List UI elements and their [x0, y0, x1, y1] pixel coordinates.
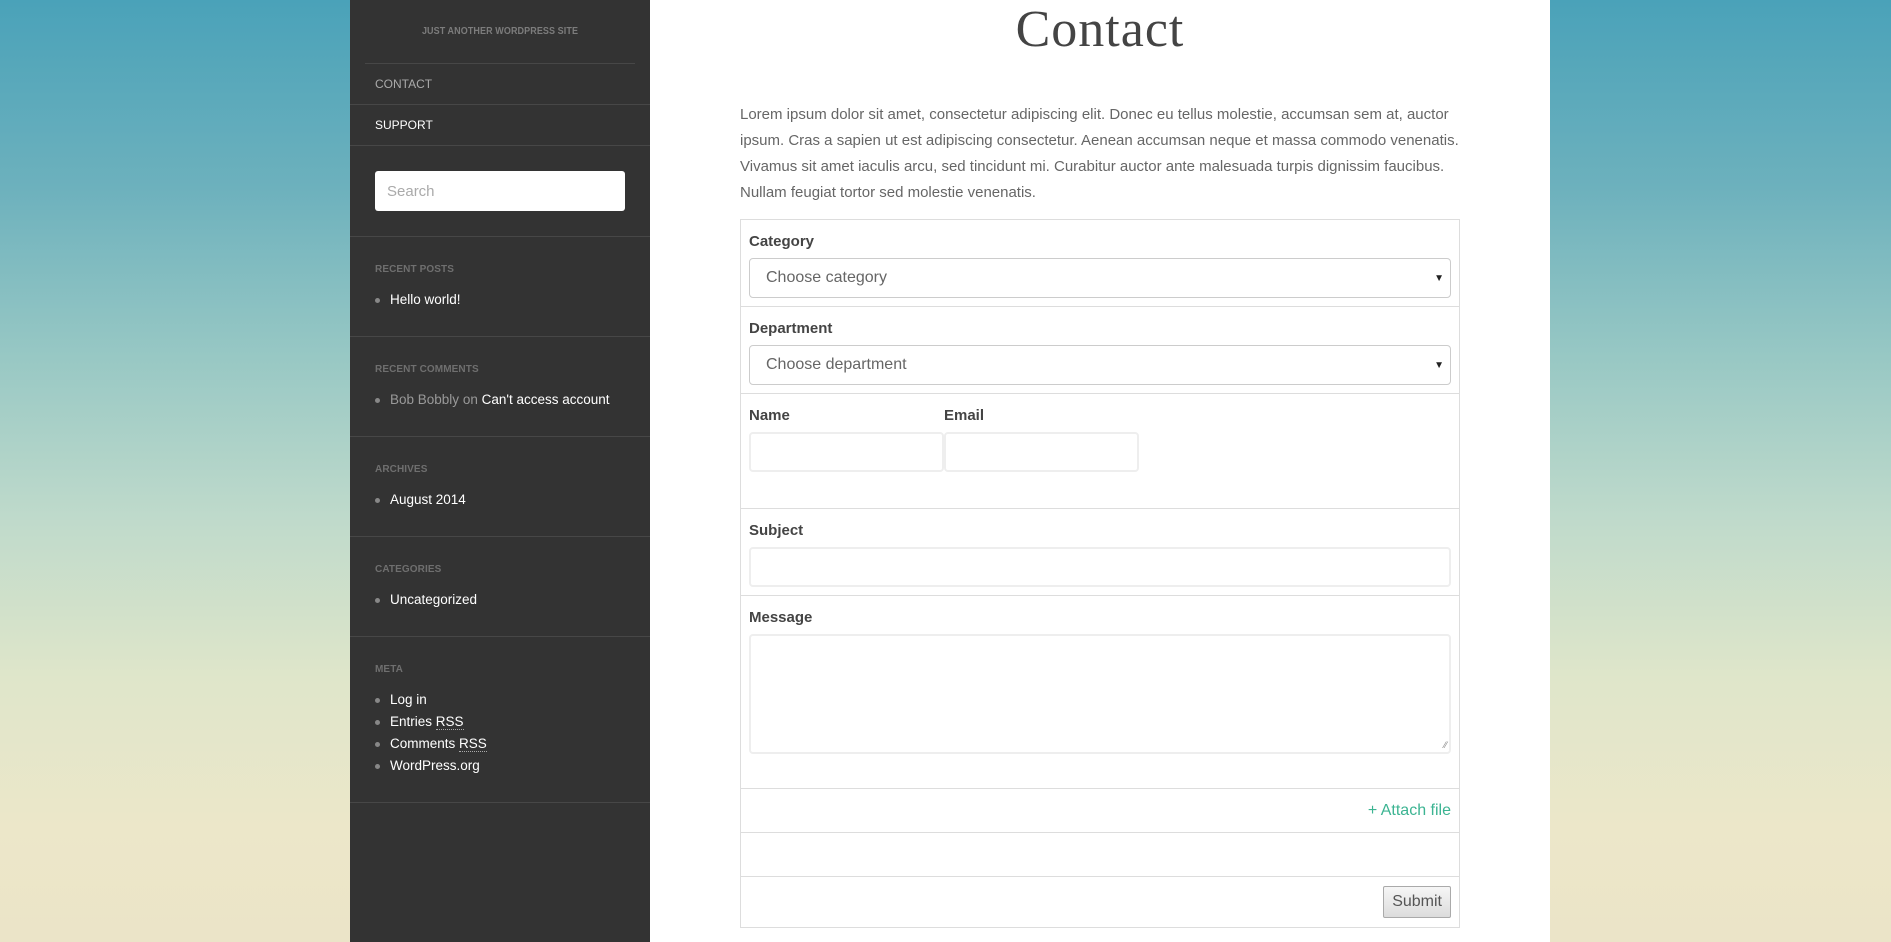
- page-title: Contact: [1015, 1, 1185, 58]
- main-menu: CONTACT SUPPORT: [350, 64, 650, 146]
- email-input[interactable]: [944, 432, 1139, 472]
- site-description: JUST ANOTHER WORDPRESS SITE: [365, 0, 635, 64]
- widget-archives: ARCHIVES August 2014: [350, 437, 650, 537]
- list-item: WordPress.org: [375, 755, 625, 777]
- message-label: Message: [749, 609, 813, 626]
- name-input[interactable]: [749, 432, 944, 472]
- link-text: Entries: [390, 714, 433, 729]
- comment-post-link[interactable]: Can't access account: [482, 392, 610, 407]
- list-item: Hello world!: [375, 289, 625, 311]
- name-label: Name: [749, 407, 790, 424]
- search-widget: [350, 146, 650, 237]
- menu-item-contact[interactable]: CONTACT: [350, 64, 650, 105]
- department-row: Department Choose department ▼: [741, 307, 1459, 394]
- submit-button[interactable]: Submit: [1383, 886, 1451, 918]
- menu-item-support[interactable]: SUPPORT: [350, 105, 650, 146]
- list-item: Log in: [375, 689, 625, 711]
- entries-rss-link[interactable]: Entries RSS: [390, 714, 464, 730]
- list-item: Bob Bobbly on Can't access account: [375, 389, 625, 411]
- subject-input[interactable]: [749, 547, 1451, 587]
- comments-rss-link[interactable]: Comments RSS: [390, 736, 487, 752]
- name-field-group: Name: [749, 402, 944, 472]
- attachments-area: [741, 833, 1459, 877]
- resize-handle-icon[interactable]: ⁄⁄: [1444, 741, 1447, 750]
- contact-form: Category Choose category ▼ Department Ch…: [740, 219, 1460, 928]
- rss-abbr: RSS: [459, 736, 487, 752]
- category-label: Category: [749, 233, 815, 250]
- category-selected-value: Choose category: [766, 269, 887, 286]
- list-item: Comments RSS: [375, 733, 625, 755]
- department-label: Department: [749, 320, 833, 337]
- email-field-group: Email: [944, 402, 1139, 472]
- attach-row: + Attach file: [741, 789, 1459, 833]
- message-row: Message ⁄⁄: [741, 596, 1459, 789]
- login-link[interactable]: Log in: [390, 692, 427, 707]
- widget-title: META: [375, 664, 403, 675]
- link-text: Comments: [390, 736, 456, 751]
- sidebar: JUST ANOTHER WORDPRESS SITE CONTACT SUPP…: [350, 0, 650, 942]
- subject-row: Subject: [741, 509, 1459, 596]
- submit-row: Submit: [741, 877, 1459, 927]
- recent-post-link[interactable]: Hello world!: [390, 292, 461, 307]
- email-label: Email: [944, 407, 985, 424]
- widget-title: RECENT POSTS: [375, 264, 454, 275]
- name-email-row: Name Email: [741, 394, 1459, 509]
- search-input[interactable]: [375, 171, 625, 211]
- comment-author: Bob Bobbly: [390, 392, 460, 407]
- comment-connector: on: [462, 392, 478, 407]
- list-item: Entries RSS: [375, 711, 625, 733]
- list-item: Uncategorized: [375, 589, 625, 611]
- widget-meta: META Log in Entries RSS Comments RSS Wor…: [350, 637, 650, 803]
- department-selected-value: Choose department: [766, 356, 907, 373]
- intro-text: Lorem ipsum dolor sit amet, consectetur …: [740, 106, 1459, 201]
- attach-file-link[interactable]: + Attach file: [1368, 802, 1451, 820]
- department-select[interactable]: Choose department ▼: [749, 345, 1451, 385]
- widget-recent-posts: RECENT POSTS Hello world!: [350, 237, 650, 337]
- wordpress-org-link[interactable]: WordPress.org: [390, 758, 480, 773]
- widget-recent-comments: RECENT COMMENTS Bob Bobbly on Can't acce…: [350, 337, 650, 437]
- widget-title: CATEGORIES: [375, 564, 442, 575]
- message-textarea[interactable]: ⁄⁄: [749, 634, 1451, 754]
- rss-abbr: RSS: [435, 714, 464, 730]
- main-content: Contact Lorem ipsum dolor sit amet, cons…: [650, 0, 1550, 942]
- widget-title: RECENT COMMENTS: [375, 364, 479, 375]
- subject-label: Subject: [749, 522, 804, 539]
- chevron-down-icon: ▼: [1434, 359, 1444, 371]
- widget-categories: CATEGORIES Uncategorized: [350, 537, 650, 637]
- archive-link[interactable]: August 2014: [390, 492, 466, 507]
- chevron-down-icon: ▼: [1434, 272, 1444, 284]
- category-select[interactable]: Choose category ▼: [749, 258, 1451, 298]
- category-link[interactable]: Uncategorized: [390, 592, 477, 607]
- widget-title: ARCHIVES: [375, 464, 428, 475]
- list-item: August 2014: [375, 489, 625, 511]
- category-row: Category Choose category ▼: [741, 220, 1459, 307]
